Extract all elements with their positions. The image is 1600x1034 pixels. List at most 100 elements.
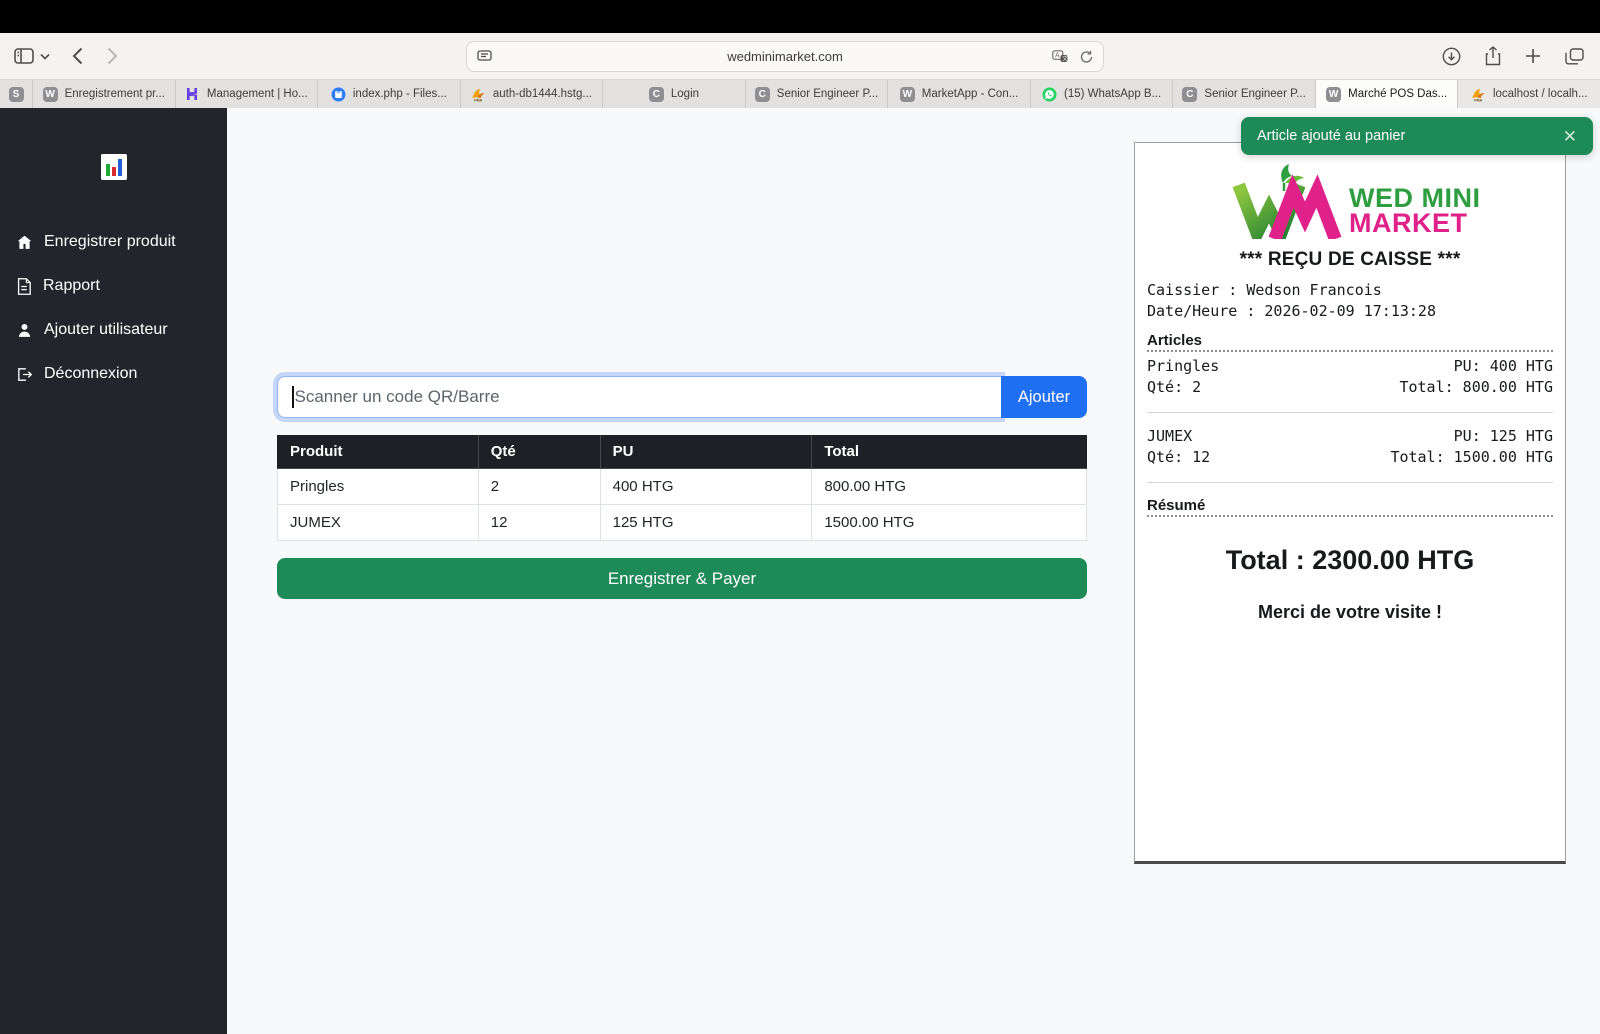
macos-menubar: [0, 0, 1600, 33]
w-favicon: W: [1326, 87, 1341, 102]
new-tab-icon[interactable]: [1525, 48, 1541, 64]
sidebar-item-ajouter-utilisateur[interactable]: Ajouter utilisateur: [0, 308, 227, 352]
back-icon[interactable]: [72, 47, 83, 65]
file-manager-favicon: [331, 87, 346, 102]
c-favicon: C: [649, 87, 664, 102]
receipt-item-line: Qté: 12 Total: 1500.00 HTG: [1147, 448, 1553, 466]
cell-total: 1500.00 HTG: [812, 505, 1087, 541]
receipt-item-line: Pringles PU: 400 HTG: [1147, 357, 1553, 375]
svg-text:MARKET: MARKET: [1349, 208, 1468, 238]
tab-marche-pos-active[interactable]: W Marché POS Das...: [1316, 80, 1459, 108]
w-favicon: W: [900, 87, 915, 102]
svg-text:A: A: [1055, 53, 1060, 60]
receipt-cashier: Caissier : Wedson Francois: [1147, 281, 1553, 299]
hostinger-favicon: [185, 87, 200, 102]
sidebar-item-label: Enregistrer produit: [44, 233, 176, 251]
sidebar-item-label: Déconnexion: [44, 365, 137, 383]
toast-close-icon[interactable]: ✕: [1563, 128, 1577, 145]
whatsapp-favicon: [1042, 87, 1057, 102]
cell-produit: Pringles: [278, 469, 479, 505]
c-favicon: C: [1182, 87, 1197, 102]
report-icon: [16, 278, 32, 295]
add-button[interactable]: Ajouter: [1001, 376, 1087, 418]
home-icon: [16, 234, 33, 251]
receipt-item-line: JUMEX PU: 125 HTG: [1147, 427, 1553, 445]
item-divider: [1147, 482, 1553, 483]
text-caret: [292, 386, 294, 408]
phpmyadmin-favicon: PMA: [1471, 87, 1486, 102]
receipt-datetime: Date/Heure : 2026-02-09 17:13:28: [1147, 302, 1553, 320]
scan-row: Ajouter: [277, 376, 1087, 418]
tab-login[interactable]: C Login: [603, 80, 746, 108]
pay-button[interactable]: Enregistrer & Payer: [277, 558, 1087, 599]
share-icon[interactable]: [1485, 46, 1501, 66]
scan-input[interactable]: [295, 377, 1002, 417]
svg-text:文: 文: [1062, 55, 1068, 63]
scan-input-wrapper: [277, 376, 1001, 418]
tab-marketapp[interactable]: W MarketApp - Con...: [888, 80, 1031, 108]
sidebar-item-rapport[interactable]: Rapport: [0, 264, 227, 308]
cell-qte: 12: [478, 505, 600, 541]
sidebar-toggle-icon[interactable]: [14, 48, 34, 64]
tab-auth-db[interactable]: PMA auth-db1444.hstg...: [461, 80, 604, 108]
svg-text:PMA: PMA: [474, 98, 482, 102]
cell-qte: 2: [478, 469, 600, 505]
table-row: Pringles 2 400 HTG 800.00 HTG: [278, 469, 1087, 505]
tab-whatsapp[interactable]: (15) WhatsApp B...: [1031, 80, 1174, 108]
tab-strip: S W Enregistrement pr... Management | Ho…: [0, 80, 1600, 108]
w-favicon: W: [43, 87, 58, 102]
header-qte: Qté: [478, 435, 600, 469]
reload-icon[interactable]: [1080, 50, 1093, 64]
address-bar[interactable]: wedminimarket.com A 文: [466, 41, 1104, 72]
toast-article-ajoute: Article ajouté au panier ✕: [1241, 117, 1593, 155]
receipt-articles-label: Articles: [1147, 332, 1553, 349]
cell-produit: JUMEX: [278, 505, 479, 541]
app-logo: [101, 154, 127, 180]
receipt-item-line: Qté: 2 Total: 800.00 HTG: [1147, 378, 1553, 396]
receipt-title: *** REÇU DE CAISSE ***: [1147, 249, 1553, 271]
receipt-summary-label: Résumé: [1147, 497, 1553, 514]
receipt-total: Total : 2300.00 HTG: [1147, 545, 1553, 576]
sidebar-item-deconnexion[interactable]: Déconnexion: [0, 352, 227, 396]
phpmyadmin-favicon: PMA: [471, 87, 486, 102]
downloads-icon[interactable]: [1442, 47, 1461, 66]
tab-overview-icon[interactable]: [1565, 48, 1584, 65]
tab-senior-engineer-1[interactable]: C Senior Engineer P...: [746, 80, 889, 108]
user-icon: [16, 322, 33, 339]
item-divider: [1147, 412, 1553, 413]
sidebar: Enregistrer produit Rapport Ajouter util…: [0, 108, 227, 1034]
c-favicon: C: [755, 87, 770, 102]
tab-pinned-s[interactable]: S: [0, 80, 33, 108]
table-row: JUMEX 12 125 HTG 1500.00 HTG: [278, 505, 1087, 541]
cart-table: Produit Qté PU Total Pringles 2 400 HTG …: [277, 435, 1087, 541]
tab-enregistrement[interactable]: W Enregistrement pr...: [33, 80, 176, 108]
translate-icon[interactable]: A 文: [1052, 50, 1068, 63]
tab-senior-engineer-2[interactable]: C Senior Engineer P...: [1173, 80, 1316, 108]
table-header-row: Produit Qté PU Total: [278, 435, 1087, 469]
url-text[interactable]: wedminimarket.com: [521, 49, 1049, 64]
svg-text:PMA: PMA: [1474, 98, 1482, 102]
cell-pu: 125 HTG: [600, 505, 812, 541]
dotted-divider: [1147, 350, 1553, 352]
wed-mini-market-logo: WED MINI MARKET: [1221, 161, 1479, 239]
chevron-down-icon[interactable]: [40, 53, 50, 60]
forward-icon: [107, 47, 118, 65]
logout-icon: [16, 366, 33, 383]
pos-content: Article ajouté au panier ✕ Ajouter Produ…: [227, 108, 1600, 1034]
sidebar-item-enregistrer-produit[interactable]: Enregistrer produit: [0, 220, 227, 264]
tab-localhost[interactable]: PMA localhost / localh...: [1458, 80, 1600, 108]
header-total: Total: [812, 435, 1087, 469]
cell-pu: 400 HTG: [600, 469, 812, 505]
receipt-thanks: Merci de votre visite !: [1147, 602, 1553, 623]
browser-toolbar: wedminimarket.com A 文: [0, 33, 1600, 80]
sidebar-item-label: Rapport: [43, 277, 100, 295]
toast-message: Article ajouté au panier: [1257, 128, 1405, 144]
receipt-panel: WED MINI MARKET *** REÇU DE CAISSE *** C…: [1134, 142, 1566, 864]
cell-total: 800.00 HTG: [812, 469, 1087, 505]
tab-management[interactable]: Management | Ho...: [176, 80, 319, 108]
header-produit: Produit: [278, 435, 479, 469]
tab-index-php[interactable]: index.php - Files...: [318, 80, 461, 108]
page-settings-icon[interactable]: [477, 50, 492, 63]
sidebar-item-label: Ajouter utilisateur: [44, 321, 168, 339]
header-pu: PU: [600, 435, 812, 469]
